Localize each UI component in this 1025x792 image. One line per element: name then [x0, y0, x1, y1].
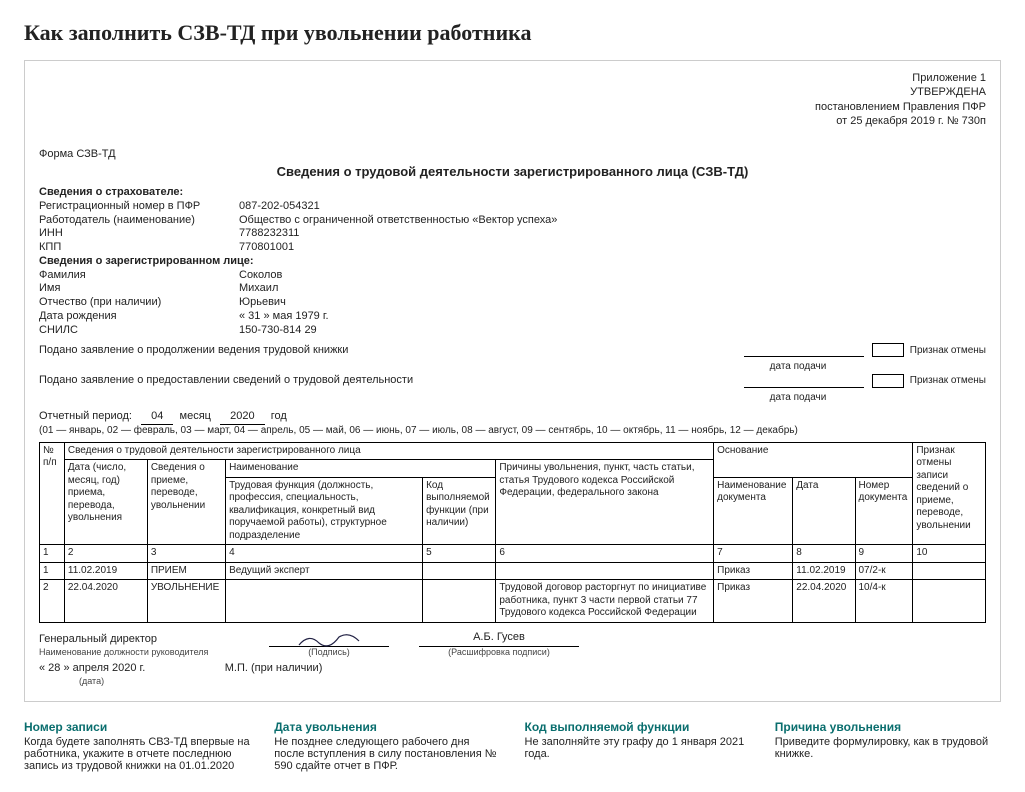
period-month: 04	[141, 410, 173, 425]
sig-name: А.Б. Гусев	[419, 631, 579, 647]
table-row: 2 22.04.2020 УВОЛЬНЕНИЕ Трудовой договор…	[40, 580, 986, 623]
th-docdate: Дата	[793, 477, 855, 545]
callout-title: Дата увольнения	[274, 720, 500, 734]
sig-role: Генеральный директор	[39, 633, 239, 647]
sig-date-row: « 28 » апреля 2020 г. М.П. (при наличии)	[39, 662, 986, 676]
period-year: 2020	[220, 410, 264, 425]
callout-record-number: Номер записи Когда будете заполнять СВЗ-…	[24, 720, 250, 772]
signature-row: Генеральный директор Наименование должно…	[39, 631, 986, 658]
snils-label: СНИЛС	[39, 324, 239, 338]
inn-label: ИНН	[39, 227, 239, 241]
signature-line	[269, 631, 389, 647]
reg-label: Регистрационный номер в ПФР	[39, 200, 239, 214]
snils-value: 150-730-814 29	[239, 324, 986, 338]
lastname-label: Фамилия	[39, 269, 239, 283]
kpp-value: 770801001	[239, 241, 986, 255]
approval-line: Приложение 1	[39, 71, 986, 85]
th-date: Дата (число, месяц, год) приема, перевод…	[64, 460, 147, 545]
cancel-checkbox[interactable]	[872, 374, 904, 388]
date-caption: дата подачи	[738, 392, 858, 405]
cancel-label: Признак отмены	[910, 375, 986, 388]
th-group: Сведения о трудовой деятельности зарегис…	[64, 442, 713, 460]
callout-function-code: Код выполняемой функции Не заполняйте эт…	[525, 720, 751, 772]
callout-title: Номер записи	[24, 720, 250, 734]
middlename-value: Юрьевич	[239, 296, 986, 310]
firstname-value: Михаил	[239, 282, 986, 296]
kpp-label: КПП	[39, 241, 239, 255]
activity-table: № п/п Сведения о трудовой деятельности з…	[39, 442, 986, 623]
month-word: месяц	[180, 410, 211, 422]
months-legend: (01 — январь, 02 — февраль, 03 — март, 0…	[39, 425, 986, 438]
lastname-value: Соколов	[239, 269, 986, 283]
approval-block: Приложение 1 УТВЕРЖДЕНА постановлением П…	[39, 71, 986, 128]
callout-dismissal-date: Дата увольнения Не позднее следующего ра…	[274, 720, 500, 772]
cancel-label: Признак отмены	[910, 345, 986, 358]
approval-line: УТВЕРЖДЕНА	[39, 85, 986, 99]
callouts: Номер записи Когда будете заполнять СВЗ-…	[24, 720, 1001, 772]
sig-date: « 28 » апреля 2020 г.	[39, 662, 145, 674]
sig-sign-cap: (Подпись)	[269, 647, 389, 658]
table-col-numbers: 1 2 3 4 5 6 7 8 9 10	[40, 545, 986, 563]
page-title: Как заполнить СЗВ-ТД при увольнении рабо…	[24, 20, 1001, 46]
callout-text: Когда будете заполнять СВЗ-ТД впервые на…	[24, 736, 250, 772]
th-docname: Наименование документа	[714, 477, 793, 545]
dob-label: Дата рождения	[39, 310, 239, 324]
th-docnum: Номер документа	[855, 477, 913, 545]
sig-name-cap: (Расшифровка подписи)	[419, 647, 579, 658]
inn-value: 7788232311	[239, 227, 986, 241]
form-name: Форма СЗВ-ТД	[39, 148, 986, 162]
sig-role-cap: Наименование должности руководителя	[39, 647, 239, 658]
callout-text: Приведите формулировку, как в трудовой к…	[775, 736, 1001, 760]
firstname-label: Имя	[39, 282, 239, 296]
statement-1: Подано заявление о продолжении ведения т…	[39, 344, 459, 358]
dob-value: « 31 » мая 1979 г.	[239, 310, 986, 324]
callout-title: Причина увольнения	[775, 720, 1001, 734]
callout-dismissal-reason: Причина увольнения Приведите формулировк…	[775, 720, 1001, 772]
th-cancel: Признак отмены записи сведений о приеме,…	[913, 442, 986, 545]
th-basis: Основание	[714, 442, 913, 477]
sig-date-cap: (дата)	[79, 676, 986, 687]
statement-date-input[interactable]	[744, 343, 864, 357]
statement-2: Подано заявление о предоставлении сведен…	[39, 374, 459, 388]
employer-label: Работодатель (наименование)	[39, 214, 239, 228]
th-np: № п/п	[40, 442, 65, 545]
person-section: Сведения о зарегистрированном лице:	[39, 255, 986, 269]
th-func: Трудовая функция (должность, профессия, …	[226, 477, 423, 545]
th-reason: Причины увольнения, пункт, часть статьи,…	[496, 460, 714, 545]
period-row: Отчетный период: 04 месяц 2020 год	[39, 410, 986, 425]
table-row: 1 11.02.2019 ПРИЕМ Ведущий эксперт Прика…	[40, 562, 986, 580]
date-caption: дата подачи	[738, 361, 858, 374]
statement-date-input[interactable]	[744, 374, 864, 388]
th-name: Наименование	[226, 460, 496, 478]
th-code: Код выполняемой функции (при наличии)	[423, 477, 496, 545]
callout-title: Код выполняемой функции	[525, 720, 751, 734]
approval-line: от 25 декабря 2019 г. № 730п	[39, 114, 986, 128]
callout-text: Не позднее следующего рабочего дня после…	[274, 736, 500, 772]
year-word: год	[271, 410, 287, 422]
form-heading: Сведения о трудовой деятельности зарегис…	[39, 164, 986, 180]
insurer-section: Сведения о страхователе:	[39, 186, 986, 200]
middlename-label: Отчество (при наличии)	[39, 296, 239, 310]
approval-line: постановлением Правления ПФР	[39, 100, 986, 114]
form-document: Приложение 1 УТВЕРЖДЕНА постановлением П…	[24, 60, 1001, 702]
th-event: Сведения о приеме, переводе, увольнении	[147, 460, 225, 545]
period-label: Отчетный период:	[39, 410, 132, 422]
employer-value: Общество с ограниченной ответственностью…	[239, 214, 986, 228]
signature-icon	[294, 631, 364, 649]
callout-text: Не заполняйте эту графу до 1 января 2021…	[525, 736, 751, 760]
mp-note: М.П. (при наличии)	[225, 662, 323, 674]
cancel-checkbox[interactable]	[872, 343, 904, 357]
reg-value: 087-202-054321	[239, 200, 986, 214]
